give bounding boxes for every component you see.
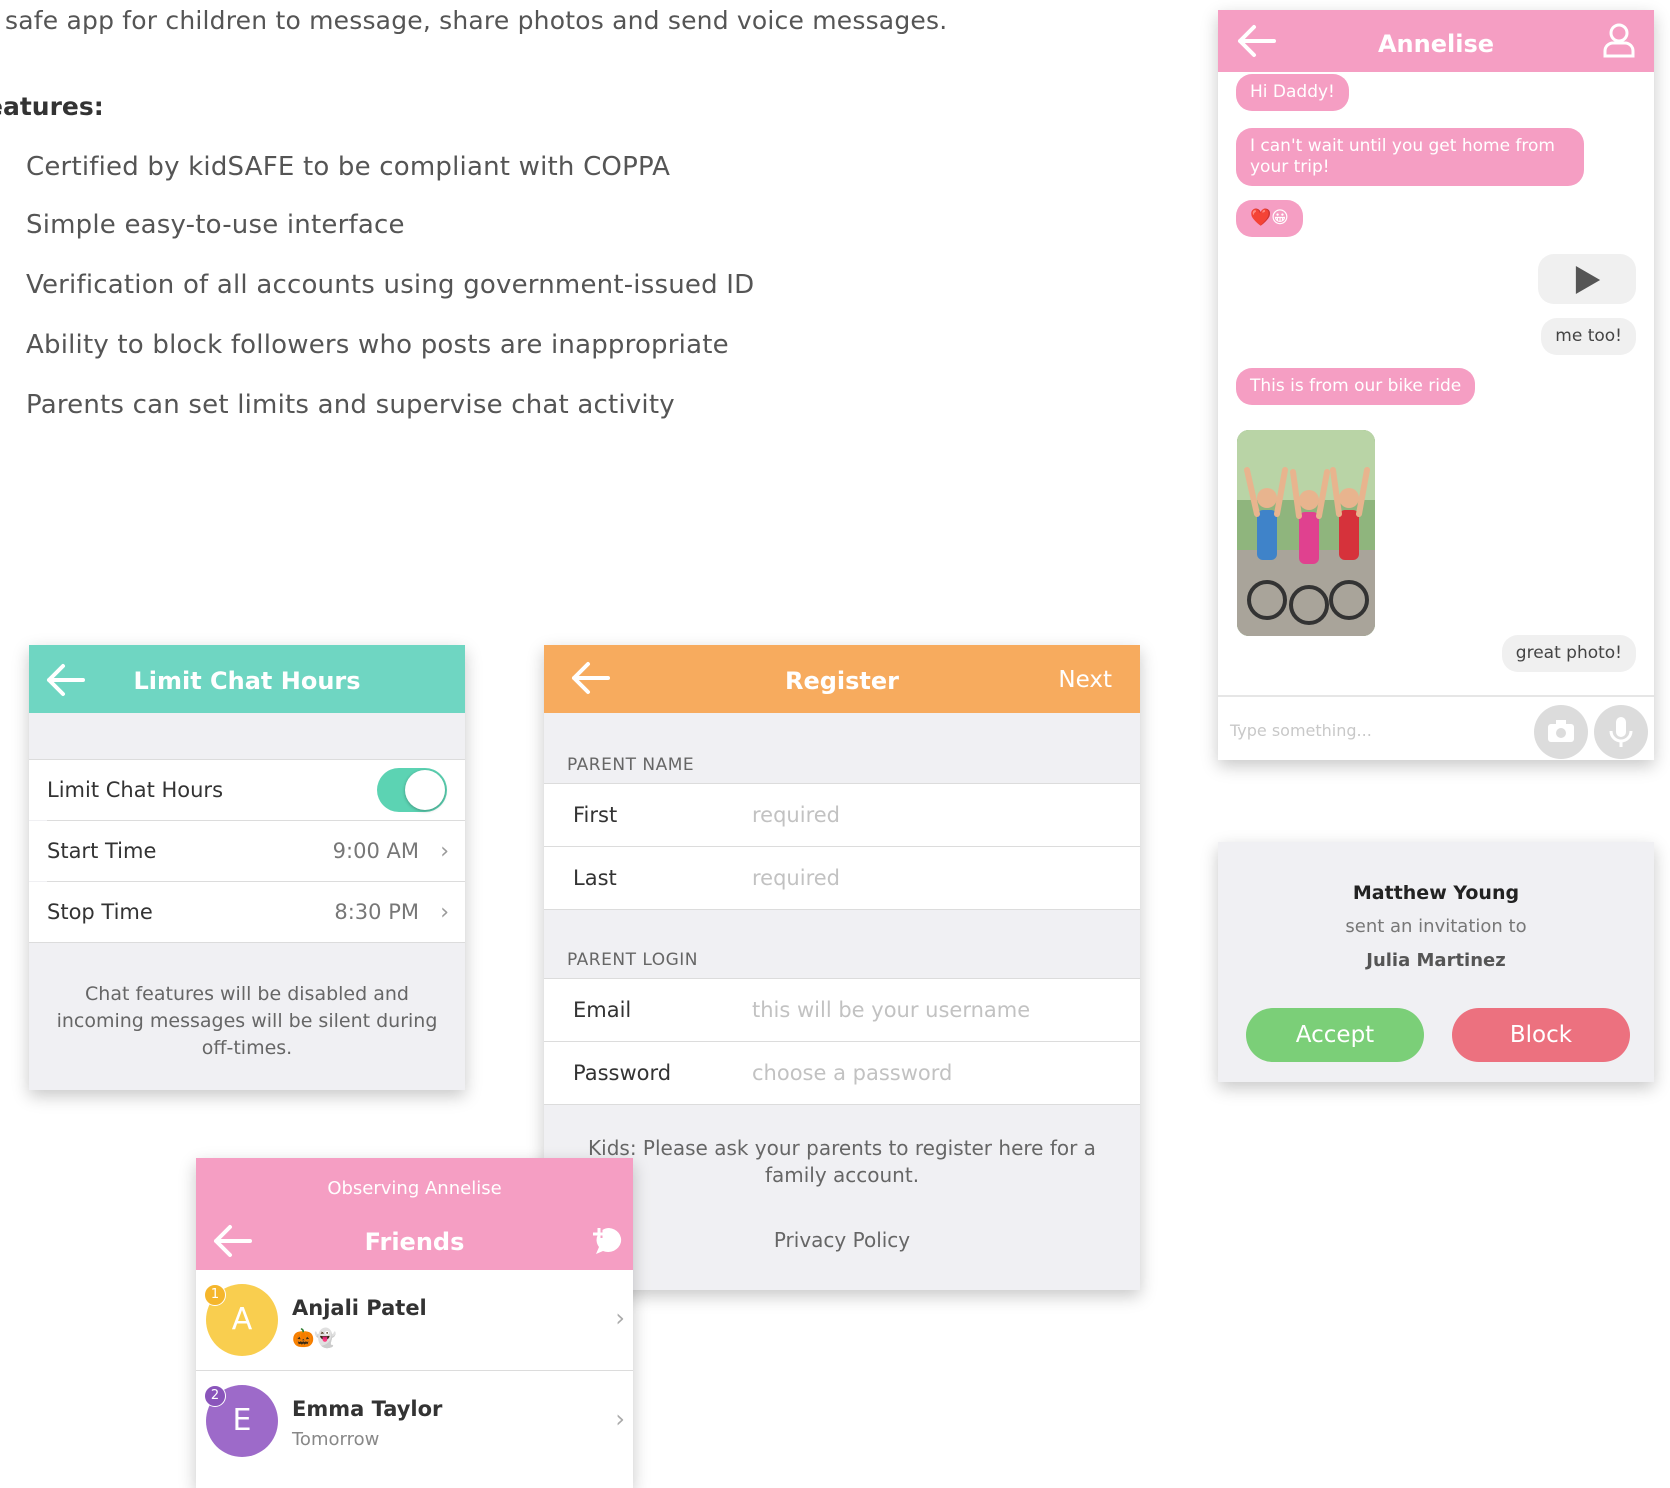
friend-name: Emma Taylor	[292, 1397, 443, 1421]
features-heading: eatures:	[0, 92, 104, 121]
password-label: Password	[573, 1061, 672, 1085]
feature-item: Ability to block followers who posts are…	[26, 330, 729, 360]
limit-title: Limit Chat Hours	[133, 667, 361, 695]
feature-item: Certified by kidSAFE to be compliant wit…	[26, 152, 671, 182]
message-input[interactable]: Type something...	[1230, 721, 1372, 740]
limit-toggle-label: Limit Chat Hours	[47, 778, 224, 802]
last-name-row: Last required	[544, 847, 1140, 909]
email-label: Email	[573, 998, 632, 1022]
start-time-label: Start Time	[47, 839, 157, 863]
profile-icon[interactable]	[1602, 22, 1636, 58]
message-bubble-outgoing: great photo!	[1501, 635, 1636, 672]
feature-item: Verification of all accounts using gover…	[26, 270, 755, 300]
stop-time-row[interactable]: Stop Time 8:30 PM ›	[29, 882, 465, 942]
chevron-right-icon: ›	[440, 900, 449, 925]
invitation-text: sent an invitation to	[1345, 916, 1527, 937]
first-name-input[interactable]: required	[752, 803, 840, 827]
friends-title: Friends	[364, 1228, 465, 1256]
stop-time-label: Stop Time	[47, 900, 153, 924]
message-bubble-incoming: ❤️😀	[1236, 200, 1303, 237]
play-icon[interactable]	[1574, 264, 1602, 296]
block-button[interactable]: Block	[1452, 1008, 1630, 1062]
accept-button[interactable]: Accept	[1246, 1008, 1424, 1062]
microphone-button[interactable]	[1594, 705, 1648, 759]
limit-chat-hours-screen: Limit Chat Hours Limit Chat Hours Start …	[29, 645, 465, 1090]
add-friend-icon[interactable]	[591, 1226, 625, 1256]
first-name-row: First required	[544, 784, 1140, 846]
last-name-input[interactable]: required	[752, 866, 840, 890]
register-header: Register Next	[544, 645, 1140, 713]
camera-icon	[1548, 720, 1574, 742]
start-time-value: 9:00 AM	[332, 839, 419, 863]
kids-note: Kids: Please ask your parents to registe…	[588, 1136, 1096, 1187]
friend-row[interactable]: A 1 Anjali Patel 🎃👻 ›	[196, 1270, 633, 1370]
shared-photo[interactable]	[1237, 430, 1375, 636]
microphone-icon	[1609, 717, 1633, 747]
camera-button[interactable]	[1534, 705, 1588, 759]
limit-note: Chat features will be disabled and incom…	[56, 983, 438, 1059]
invitation-card: Matthew Young sent an invitation to Juli…	[1218, 842, 1654, 1082]
limit-toggle-row: Limit Chat Hours	[29, 760, 465, 820]
inviter-name: Matthew Young	[1352, 882, 1520, 904]
friends-header: Observing Annelise Friends	[196, 1158, 633, 1270]
observing-label: Observing Annelise	[327, 1178, 502, 1199]
chat-screen: Annelise Hi Daddy! I can't wait until yo…	[1218, 10, 1654, 760]
unread-badge: 2	[204, 1385, 226, 1407]
email-row: Email this will be your username	[544, 979, 1140, 1041]
limit-chat-toggle[interactable]	[377, 768, 447, 812]
register-screen: Register Next PARENT NAME First required…	[544, 645, 1140, 1290]
limit-header: Limit Chat Hours	[29, 645, 465, 713]
section-parent-name: PARENT NAME	[567, 755, 695, 775]
friend-row[interactable]: E 2 Emma Taylor Tomorrow ›	[196, 1371, 633, 1471]
last-name-label: Last	[573, 866, 617, 890]
message-bubble-incoming: I can't wait until you get home from you…	[1236, 128, 1584, 186]
feature-item: Parents can set limits and supervise cha…	[26, 390, 675, 420]
unread-badge: 1	[204, 1284, 226, 1306]
toggle-knob	[405, 770, 445, 810]
chat-header: Annelise	[1218, 10, 1654, 72]
register-title: Register	[784, 667, 900, 695]
friend-status: 🎃👻	[292, 1328, 337, 1349]
start-time-row[interactable]: Start Time 9:00 AM ›	[29, 821, 465, 881]
friend-status: Tomorrow	[292, 1429, 380, 1450]
section-parent-login: PARENT LOGIN	[567, 950, 699, 970]
chevron-right-icon: ›	[615, 1304, 625, 1332]
voice-message-bubble[interactable]	[1538, 254, 1636, 304]
invitee-name: Julia Martinez	[1366, 950, 1506, 971]
intro-text: safe app for children to message, share …	[5, 6, 948, 35]
chat-input-bar: Type something...	[1218, 695, 1654, 760]
feature-item: Simple easy-to-use interface	[26, 210, 405, 240]
password-input[interactable]: choose a password	[752, 1061, 952, 1085]
friends-screen: Observing Annelise Friends A 1 Anjali Pa…	[196, 1158, 633, 1488]
chevron-right-icon: ›	[440, 839, 449, 864]
email-input[interactable]: this will be your username	[752, 998, 1030, 1022]
message-bubble-incoming: Hi Daddy!	[1236, 74, 1349, 111]
chat-title: Annelise	[1377, 30, 1495, 58]
chevron-right-icon: ›	[615, 1405, 625, 1433]
message-bubble-incoming: This is from our bike ride	[1236, 368, 1476, 405]
first-name-label: First	[573, 803, 618, 827]
next-button[interactable]: Next	[1058, 667, 1112, 693]
friend-name: Anjali Patel	[292, 1296, 427, 1320]
privacy-policy-link[interactable]: Privacy Policy	[564, 1227, 1120, 1254]
stop-time-value: 8:30 PM	[334, 900, 419, 924]
password-row: Password choose a password	[544, 1042, 1140, 1104]
message-bubble-outgoing: me too!	[1541, 318, 1636, 355]
